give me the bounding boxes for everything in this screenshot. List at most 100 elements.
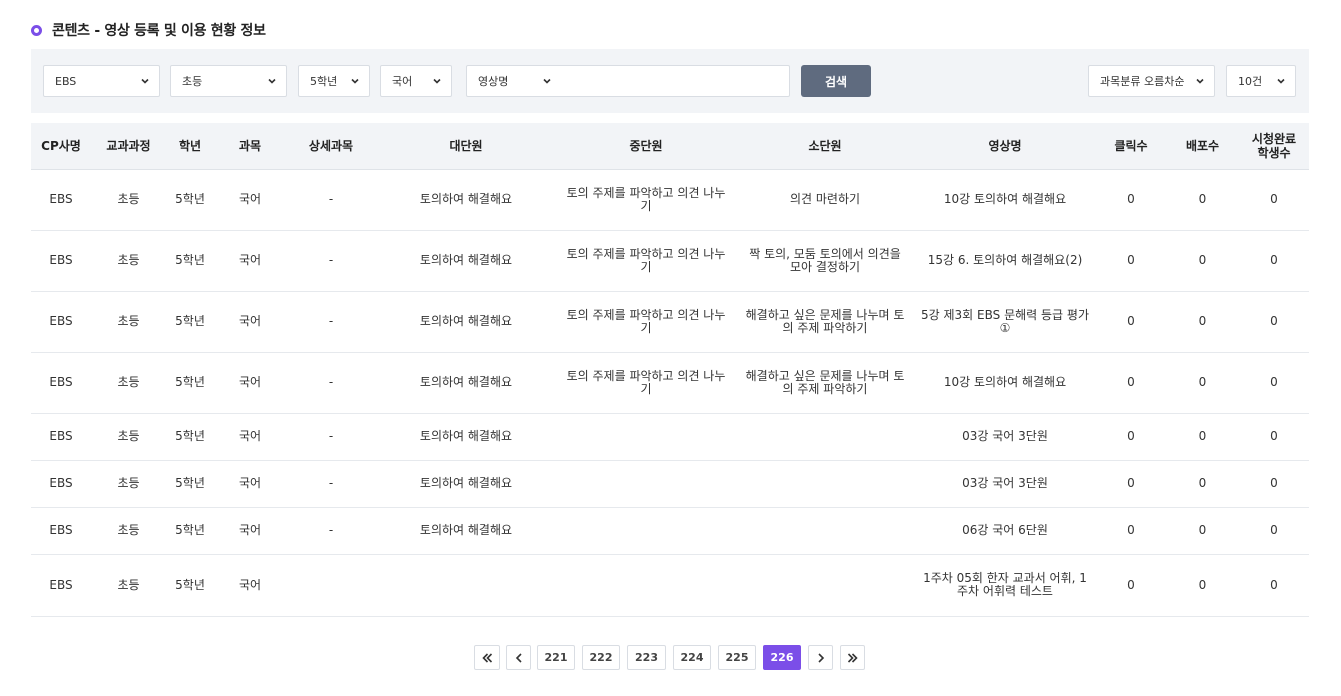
table-cell: 0: [1096, 169, 1166, 231]
table-row[interactable]: EBS 초등 5학년 국어 - 토의하여 해결해요 토의 주제를 파악하고 의견 나누기 해결…: [31, 291, 1309, 353]
table-row[interactable]: EBS 초등 5학년 국어 - 토의하여 해결해요 06강 국어 6단원 0 0 0: [31, 507, 1309, 555]
column-header: 과목: [214, 123, 286, 170]
prev-page-button[interactable]: [506, 645, 531, 670]
chevron-down-icon: [1275, 75, 1287, 87]
page-size-select[interactable]: 10건: [1226, 65, 1296, 97]
table-cell: [556, 554, 736, 617]
table-cell: -: [286, 413, 376, 461]
current-page-button[interactable]: 226: [763, 645, 801, 670]
table-cell: 5학년: [166, 554, 214, 617]
table-cell: 0: [1166, 507, 1239, 555]
table-cell: EBS: [31, 169, 91, 231]
table-cell: 5학년: [166, 291, 214, 353]
page-button[interactable]: 222: [582, 645, 620, 670]
table-cell: 0: [1096, 507, 1166, 555]
table-row[interactable]: EBS 초등 5학년 국어 - 토의하여 해결해요 토의 주제를 파악하고 의견 나누기 해결…: [31, 352, 1309, 414]
table-cell: [556, 507, 736, 555]
table-cell: 10강 토의하여 해결해요: [914, 169, 1096, 231]
table-row[interactable]: EBS 초등 5학년 국어 - 토의하여 해결해요 03강 국어 3단원 0 0 0: [31, 460, 1309, 508]
column-header: 학년: [166, 123, 214, 170]
table-cell: 0: [1166, 413, 1239, 461]
table-cell: EBS: [31, 554, 91, 617]
table-cell: -: [286, 352, 376, 414]
page-button[interactable]: 224: [673, 645, 711, 670]
table-cell: 국어: [214, 169, 286, 231]
table-cell: 0: [1166, 230, 1239, 292]
cp-select[interactable]: EBS: [43, 65, 160, 97]
subject-select[interactable]: 국어: [380, 65, 452, 97]
chevron-left-icon: [512, 651, 526, 665]
table-cell: 1주차 05회 한자 교과서 어휘, 1주차 어휘력 테스트: [914, 554, 1096, 617]
table-cell: 국어: [214, 507, 286, 555]
table-cell: 10강 토의하여 해결해요: [914, 352, 1096, 414]
table-cell: 0: [1096, 554, 1166, 617]
table-cell: 토의하여 해결해요: [376, 413, 556, 461]
page-title: 콘텐츠 - 영상 등록 및 이용 현황 정보: [52, 23, 266, 39]
table-cell: 03강 국어 3단원: [914, 460, 1096, 508]
table-cell: 0: [1096, 413, 1166, 461]
table-cell: 국어: [214, 460, 286, 508]
table-cell: 0: [1166, 169, 1239, 231]
table-cell: 토의 주제를 파악하고 의견 나누기: [556, 352, 736, 414]
table-cell: 0: [1166, 291, 1239, 353]
table-cell: [736, 507, 914, 555]
table-cell: -: [286, 507, 376, 555]
table-cell: 초등: [91, 230, 166, 292]
table-cell: -: [286, 169, 376, 231]
page-button[interactable]: 225: [718, 645, 756, 670]
table-cell: [736, 413, 914, 461]
table-cell: 국어: [214, 413, 286, 461]
search-type-select[interactable]: 영상명: [467, 66, 557, 96]
search-input[interactable]: [559, 67, 787, 95]
table-cell: 해결하고 싶은 문제를 나누며 토의 주제 파악하기: [736, 352, 914, 414]
table-cell: 0: [1096, 352, 1166, 414]
table-cell: 국어: [214, 554, 286, 617]
course-select[interactable]: 초등: [170, 65, 287, 97]
table-cell: 5학년: [166, 352, 214, 414]
table-cell: EBS: [31, 507, 91, 555]
column-header: 클릭수: [1096, 123, 1166, 170]
column-header: 교과과정: [91, 123, 166, 170]
last-page-button[interactable]: [840, 645, 865, 670]
chevron-down-icon: [541, 75, 553, 87]
table-cell: 의견 마련하기: [736, 169, 914, 231]
table-cell: 해결하고 싶은 문제를 나누며 토의 주제 파악하기: [736, 291, 914, 353]
table-cell: 03강 국어 3단원: [914, 413, 1096, 461]
table-cell: 토의하여 해결해요: [376, 169, 556, 231]
chevron-right-icon: [814, 651, 828, 665]
table-cell: 0: [1239, 460, 1309, 508]
next-page-button[interactable]: [808, 645, 833, 670]
search-button[interactable]: 검색: [801, 65, 871, 97]
table-row[interactable]: EBS 초등 5학년 국어 - 토의하여 해결해요 03강 국어 3단원 0 0 0: [31, 413, 1309, 461]
first-page-button[interactable]: [474, 645, 500, 670]
table-cell: 초등: [91, 169, 166, 231]
table-header-row: CP사명 교과과정 학년 과목 상세과목 대단원 중단원 소단원 영상명 클릭수…: [31, 123, 1309, 170]
table-row[interactable]: EBS 초등 5학년 국어 - 토의하여 해결해요 토의 주제를 파악하고 의견 나누기 의견…: [31, 169, 1309, 231]
page-button[interactable]: 221: [537, 645, 575, 670]
table-row[interactable]: EBS 초등 5학년 국어 - 토의하여 해결해요 토의 주제를 파악하고 의견 나누기 짝 …: [31, 230, 1309, 292]
page-header: 콘텐츠 - 영상 등록 및 이용 현황 정보: [31, 18, 266, 42]
table-cell: 0: [1096, 230, 1166, 292]
table-cell: 초등: [91, 554, 166, 617]
content-table: CP사명 교과과정 학년 과목 상세과목 대단원 중단원 소단원 영상명 클릭수…: [31, 123, 1309, 617]
column-header: 대단원: [376, 123, 556, 170]
sort-select[interactable]: 과목분류 오름차순: [1088, 65, 1215, 97]
table-cell: 5학년: [166, 169, 214, 231]
table-cell: 5강 제3회 EBS 문해력 등급 평가①: [914, 291, 1096, 353]
table-cell: -: [286, 230, 376, 292]
page-button[interactable]: 223: [627, 645, 666, 670]
sort-select-value: 과목분류 오름차순: [1100, 75, 1185, 88]
search-type-value: 영상명: [478, 75, 509, 88]
table-cell: EBS: [31, 230, 91, 292]
table-cell: 토의하여 해결해요: [376, 230, 556, 292]
page-size-select-value: 10건: [1238, 75, 1263, 88]
column-header: 소단원: [736, 123, 914, 170]
cp-select-value: EBS: [55, 74, 77, 88]
table-cell: -: [286, 291, 376, 353]
table-cell: EBS: [31, 352, 91, 414]
grade-select[interactable]: 5학년: [298, 65, 370, 97]
table-cell: [556, 460, 736, 508]
grade-select-value: 5학년: [310, 75, 338, 88]
table-row[interactable]: EBS 초등 5학년 국어 1주차 05회 한자 교과서 어휘, 1주차 어휘력 테스트…: [31, 554, 1309, 617]
column-header: 중단원: [556, 123, 736, 170]
